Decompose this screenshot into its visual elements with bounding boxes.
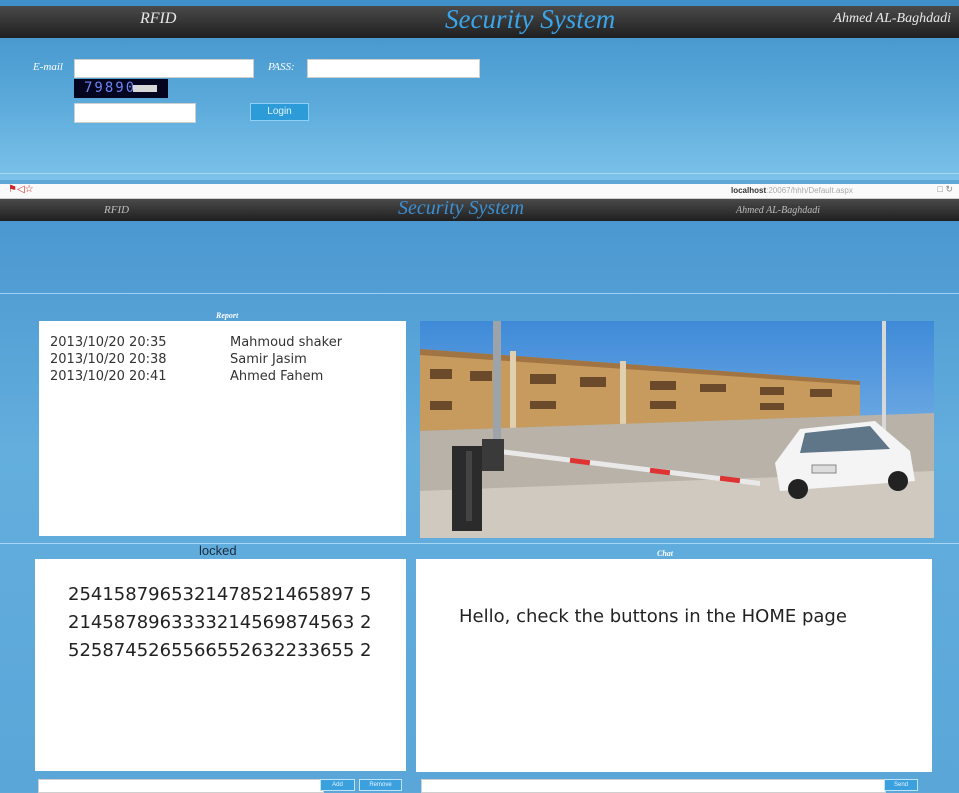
- report-datetime: 2013/10/20 20:41: [50, 369, 167, 384]
- report-name: Ahmed Fahem: [230, 369, 324, 384]
- divider: [0, 173, 959, 174]
- header-author: Ahmed AL-Baghdadi: [833, 11, 951, 26]
- add-button[interactable]: Add: [320, 779, 355, 791]
- password-field[interactable]: [307, 59, 480, 78]
- locked-code: 2541587965321478521465897 5: [68, 584, 372, 605]
- browser-nav-icons[interactable]: ⚑◁☆: [8, 184, 34, 195]
- captcha-input[interactable]: [74, 103, 196, 123]
- pass-label: PASS:: [268, 61, 295, 73]
- header-title: Security System: [445, 4, 616, 34]
- report-datetime: 2013/10/20 20:38: [50, 352, 167, 367]
- captcha-text: 79890: [84, 80, 137, 96]
- chat-message: Hello, check the buttons in the HOME pag…: [459, 606, 847, 627]
- locked-list: 2541587965321478521465897 5 214587896333…: [35, 559, 406, 771]
- url-host: localhost: [731, 186, 767, 195]
- chat-input[interactable]: [421, 779, 886, 793]
- chat-title: Chat: [657, 549, 674, 558]
- report-list: 2013/10/20 20:35 Mahmoud shaker 2013/10/…: [39, 321, 406, 536]
- divider: [0, 543, 959, 544]
- reload-icon[interactable]: □ ↻: [938, 184, 953, 195]
- report-datetime: 2013/10/20 20:35: [50, 335, 167, 350]
- email-field[interactable]: [74, 59, 254, 78]
- report-title: Report: [216, 311, 239, 320]
- chat-window: Hello, check the buttons in the HOME pag…: [416, 559, 932, 772]
- url-bar[interactable]: localhost:20067/hhh/Default.aspx: [731, 186, 853, 195]
- locked-input[interactable]: [38, 779, 324, 793]
- report-name: Samir Jasim: [230, 352, 307, 367]
- captcha-image: 79890: [74, 79, 168, 98]
- send-button[interactable]: Send: [884, 779, 918, 791]
- captcha-noise: [133, 85, 157, 92]
- divider: [0, 293, 959, 294]
- url-path: :20067/hhh/Default.aspx: [766, 186, 853, 195]
- login-button[interactable]: Login: [250, 103, 309, 121]
- email-label: E-mail: [33, 61, 63, 73]
- locked-label: locked: [199, 543, 237, 558]
- header-rfid: RFID: [104, 204, 130, 216]
- locked-code: 2145878963333214569874563 2: [68, 612, 372, 633]
- gate-photo: [420, 321, 934, 538]
- report-name: Mahmoud shaker: [230, 335, 343, 350]
- gate-photo-svg: [420, 321, 934, 538]
- remove-button[interactable]: Remove: [359, 779, 402, 791]
- header-title: Security System: [398, 197, 525, 219]
- header-rfid: RFID: [140, 10, 177, 27]
- header-author: Ahmed AL-Baghdadi: [736, 205, 820, 216]
- locked-code: 5258745265566552632233655 2: [68, 640, 372, 661]
